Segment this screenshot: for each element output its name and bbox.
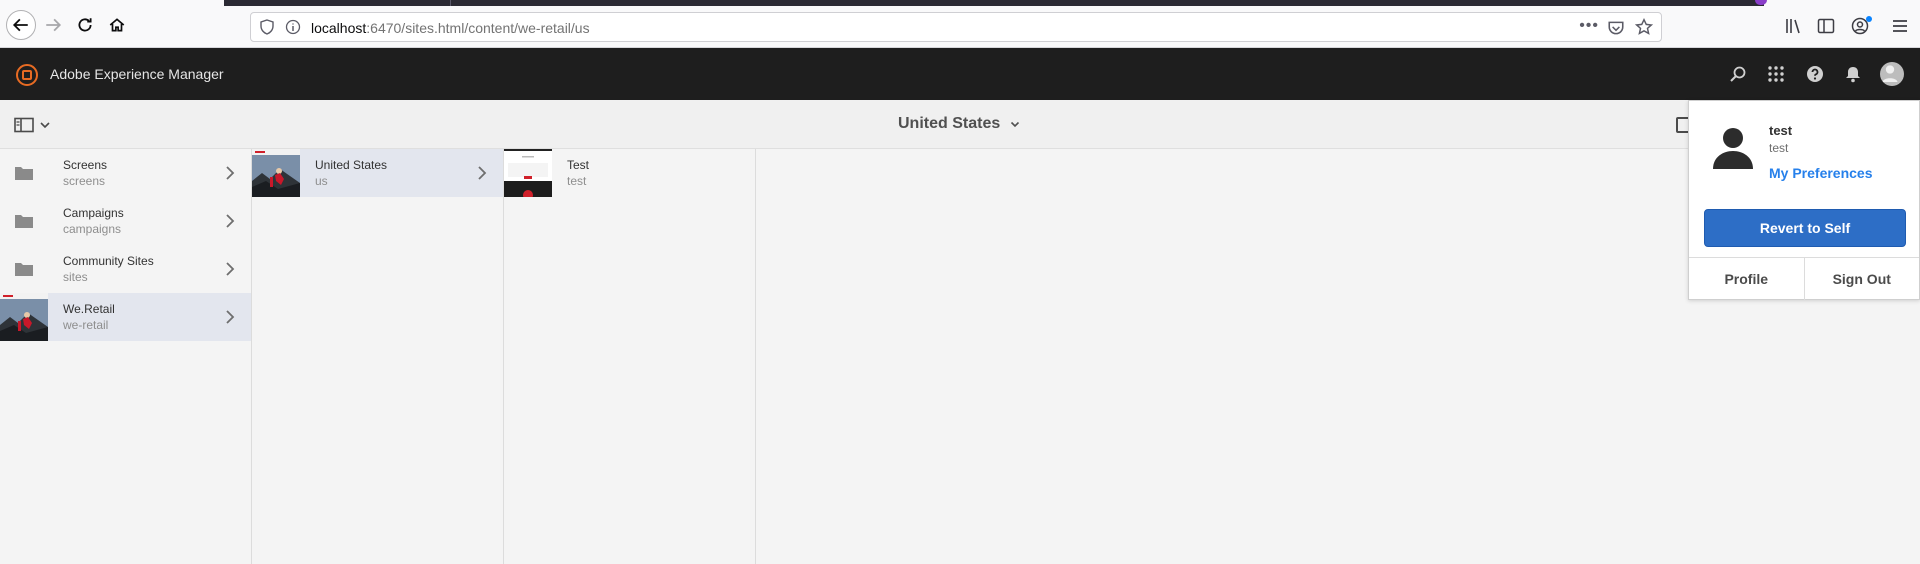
item-title: Screens — [63, 158, 108, 172]
library-button[interactable] — [1784, 16, 1804, 36]
url-path: :6470/sites.html/content/we-retail/us — [366, 20, 590, 36]
site-thumbnail — [0, 293, 48, 341]
item-title: Test — [567, 158, 590, 172]
item-title: Campaigns — [63, 206, 124, 220]
user-silhouette-icon — [1713, 128, 1753, 169]
column-we-retail: United States us — [252, 149, 504, 564]
bell-icon — [1846, 67, 1860, 83]
app-title[interactable]: Adobe Experience Manager — [50, 66, 224, 82]
apps-grid-icon — [1768, 66, 1784, 82]
address-bar[interactable]: localhost:6470/sites.html/content/we-ret… — [250, 12, 1662, 42]
my-preferences-link[interactable]: My Preferences — [1769, 165, 1873, 181]
adobe-logo-icon[interactable] — [16, 64, 38, 86]
column-item-test[interactable]: Test test — [504, 149, 755, 197]
chevron-down-icon — [1011, 121, 1020, 128]
sign-out-button[interactable]: Sign Out — [1803, 258, 1920, 300]
column-root: Screens screens Campaigns campaigns Comm… — [0, 149, 252, 564]
browser-toolbar: localhost:6470/sites.html/content/we-ret… — [0, 0, 1920, 48]
info-icon[interactable] — [285, 19, 301, 35]
page-title-dropdown[interactable]: United States — [898, 115, 1020, 133]
page-thumbnail — [504, 149, 552, 197]
url-text[interactable]: localhost:6470/sites.html/content/we-ret… — [311, 20, 590, 36]
folder-icon — [0, 149, 48, 197]
item-name: sites — [63, 270, 88, 284]
chevron-right-icon[interactable] — [225, 261, 235, 277]
column-us: Test test — [504, 149, 756, 564]
popover-footer: Profile Sign Out — [1689, 257, 1919, 300]
reload-icon — [78, 18, 92, 32]
item-name: test — [567, 174, 587, 188]
back-button[interactable] — [6, 10, 36, 40]
search-icon — [1730, 66, 1746, 82]
chevron-right-icon[interactable] — [225, 165, 235, 181]
reload-button[interactable] — [72, 12, 98, 38]
forward-button[interactable] — [40, 12, 66, 38]
folder-icon — [0, 245, 48, 293]
chevron-down-icon — [40, 122, 50, 129]
solutions-button[interactable] — [1766, 64, 1786, 84]
hamburger-icon — [1893, 20, 1907, 32]
sidebar-button[interactable] — [1816, 16, 1836, 36]
item-name: us — [315, 174, 328, 188]
arrow-right-icon — [46, 18, 62, 32]
help-icon — [1807, 66, 1823, 82]
rail-toggle-button[interactable] — [14, 116, 54, 134]
page-title: United States — [898, 115, 1001, 132]
notification-dot — [1866, 16, 1872, 22]
tab-separator — [450, 0, 451, 6]
item-title: Community Sites — [63, 254, 154, 268]
item-name: campaigns — [63, 222, 122, 236]
column-item-we-retail[interactable]: We.Retail we-retail — [0, 293, 251, 341]
item-titles: Screens screens — [63, 157, 107, 189]
column-item-community-sites[interactable]: Community Sites sites — [0, 245, 251, 293]
item-titles: Test test — [567, 157, 589, 189]
shield-icon[interactable] — [259, 19, 275, 35]
hamburger-menu-button[interactable] — [1890, 16, 1910, 36]
chevron-right-icon[interactable] — [477, 165, 487, 181]
aem-shell-header: Adobe Experience Manager — [0, 48, 1920, 100]
logo-inner — [22, 70, 32, 80]
help-button[interactable] — [1805, 64, 1825, 84]
revert-to-self-button[interactable]: Revert to Self — [1704, 209, 1906, 247]
user-avatar-button[interactable] — [1880, 62, 1904, 86]
item-title: United States — [315, 158, 388, 172]
item-name: screens — [63, 174, 106, 188]
user-profile-popover: test test My Preferences Revert to Self … — [1688, 100, 1920, 300]
item-titles: Campaigns campaigns — [63, 205, 124, 237]
home-icon — [109, 18, 125, 32]
library-icon — [1786, 19, 1800, 34]
tab-strip — [224, 0, 1767, 6]
page-thumbnail — [252, 149, 300, 197]
item-titles: We.Retail we-retail — [63, 301, 115, 333]
item-titles: Community Sites sites — [63, 253, 154, 285]
page-actions-menu[interactable]: ••• — [1579, 17, 1599, 35]
notifications-button[interactable] — [1843, 64, 1863, 84]
profile-button[interactable]: Profile — [1689, 258, 1804, 300]
item-name: we-retail — [63, 318, 109, 332]
chevron-right-icon[interactable] — [225, 213, 235, 229]
avatar-icon — [1882, 65, 1898, 82]
item-title: We.Retail — [63, 302, 115, 316]
column-item-united-states[interactable]: United States us — [252, 149, 503, 197]
sidebar-icon — [1817, 18, 1835, 34]
search-button[interactable] — [1728, 64, 1748, 84]
account-button[interactable] — [1850, 16, 1872, 36]
rail-icon — [14, 117, 34, 133]
user-id: test — [1769, 141, 1789, 155]
action-bar: United States — [0, 100, 1920, 149]
chevron-right-icon[interactable] — [225, 309, 235, 325]
pocket-icon[interactable] — [1607, 19, 1625, 37]
column-item-screens[interactable]: Screens screens — [0, 149, 251, 197]
item-titles: United States us — [315, 157, 387, 189]
url-host: localhost — [311, 20, 367, 36]
bookmark-star-icon[interactable] — [1635, 18, 1653, 36]
column-item-campaigns[interactable]: Campaigns campaigns — [0, 197, 251, 245]
home-button[interactable] — [104, 12, 130, 38]
arrow-left-icon — [12, 18, 28, 32]
tab-indicator — [1755, 0, 1767, 5]
folder-icon — [0, 197, 48, 245]
user-name: test — [1769, 123, 1793, 138]
